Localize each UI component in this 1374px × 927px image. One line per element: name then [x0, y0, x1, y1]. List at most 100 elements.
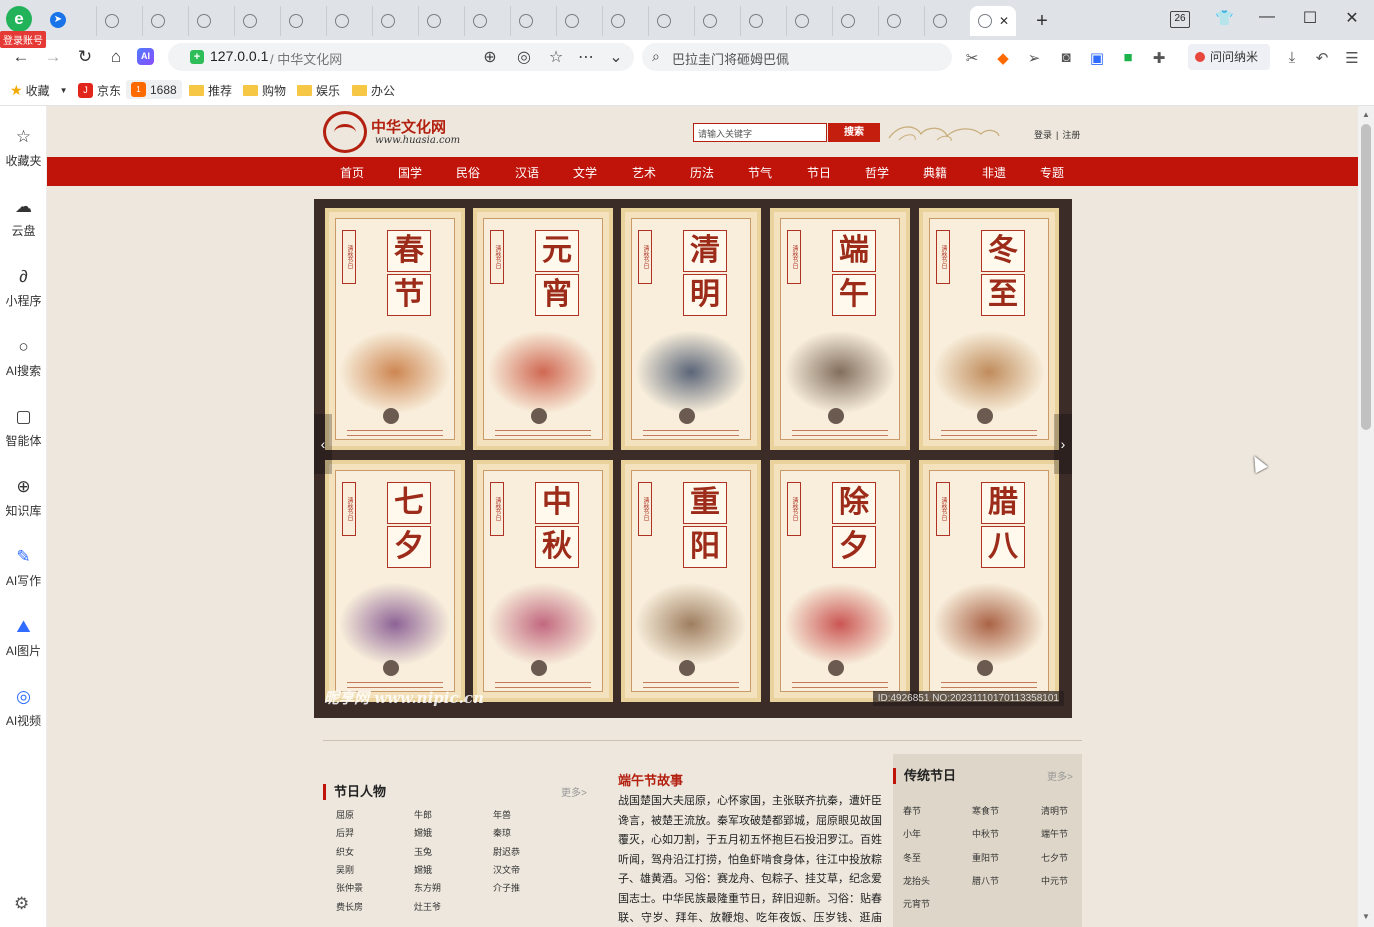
site-logo[interactable]: 中华文化网 www.huasia.com	[323, 111, 493, 153]
tab[interactable]	[602, 6, 648, 36]
festival-poster[interactable]: 清秋节日 元宵	[473, 208, 613, 450]
person-link[interactable]: 屈原	[336, 808, 354, 821]
person-link[interactable]: 年兽	[493, 808, 511, 821]
site-nav-item[interactable]: 哲学	[865, 164, 889, 181]
minimize-button[interactable]: —	[1257, 8, 1277, 26]
person-link[interactable]: 张仲景	[336, 881, 363, 894]
login-link[interactable]: 登录	[1034, 130, 1052, 140]
person-link[interactable]: 费长房	[336, 900, 363, 913]
tab[interactable]	[142, 6, 188, 36]
festival-link[interactable]: 春节	[903, 804, 921, 817]
person-link[interactable]: 后羿	[336, 826, 354, 839]
festival-link[interactable]: 中秋节	[972, 827, 999, 840]
sidebar-item-favorites[interactable]: ☆ 收藏夹	[0, 126, 47, 169]
camera-icon[interactable]: ◙	[1057, 49, 1075, 66]
reload-icon[interactable]: ↻	[74, 46, 96, 68]
game-icon[interactable]: ◆	[994, 49, 1012, 67]
site-nav-item[interactable]: 节气	[748, 164, 772, 181]
sidebar-item-cloud[interactable]: ☁ 云盘	[0, 196, 47, 239]
banner-next-icon[interactable]: ›	[1054, 414, 1072, 474]
secure-site-icon[interactable]: +	[190, 50, 204, 64]
site-nav-item[interactable]: 首页	[340, 164, 364, 181]
settings-gear-icon[interactable]: ⚙	[14, 894, 29, 914]
scroll-thumb[interactable]	[1361, 124, 1371, 430]
search-query[interactable]: 巴拉圭门将砸姆巴佩	[672, 49, 789, 68]
tab[interactable]	[326, 6, 372, 36]
site-search-input[interactable]: 请输入关键字	[693, 123, 827, 142]
person-link[interactable]: 织女	[336, 845, 354, 858]
sidebar-item-ai-search[interactable]: ○ AI搜索	[0, 336, 47, 379]
bookmark-favorites[interactable]: ★ 收藏 ▼	[10, 82, 68, 99]
bookmark-folder-recommend[interactable]: 推荐	[189, 82, 232, 99]
extensions-icon[interactable]: ✚	[1150, 49, 1168, 67]
person-link[interactable]: 东方朔	[414, 881, 441, 894]
tab[interactable]	[556, 6, 602, 36]
pinned-tab-icon[interactable]: ➤	[50, 12, 66, 28]
festival-poster[interactable]: 清秋节日 冬至	[919, 208, 1059, 450]
festival-poster[interactable]: 清秋节日 中秋	[473, 460, 613, 702]
site-nav-item[interactable]: 文学	[573, 164, 597, 181]
url-page-title[interactable]: / 中华文化网	[270, 49, 342, 68]
tab[interactable]	[234, 6, 280, 36]
ask-nami-button[interactable]: 问问纳米	[1188, 44, 1270, 70]
person-link[interactable]: 秦琼	[493, 826, 511, 839]
site-nav-item[interactable]: 民俗	[456, 164, 480, 181]
person-link[interactable]: 嫦娥	[414, 863, 432, 876]
festival-link[interactable]: 七夕节	[1041, 851, 1068, 864]
festival-link[interactable]: 龙抬头	[903, 874, 930, 887]
festival-link[interactable]: 冬至	[903, 851, 921, 864]
site-nav-item[interactable]: 历法	[690, 164, 714, 181]
tab[interactable]	[372, 6, 418, 36]
scroll-up-icon[interactable]: ▲	[1362, 110, 1370, 119]
festival-link[interactable]: 清明节	[1041, 804, 1068, 817]
scroll-down-icon[interactable]: ▼	[1362, 912, 1370, 921]
festival-link[interactable]: 端午节	[1041, 827, 1068, 840]
tab[interactable]	[510, 6, 556, 36]
bookmark-folder-shopping[interactable]: 购物	[243, 82, 286, 99]
tab[interactable]	[96, 6, 142, 36]
person-link[interactable]: 灶王爷	[414, 900, 441, 913]
close-tab-icon[interactable]: ✕	[999, 14, 1009, 28]
back-icon[interactable]: ←	[10, 46, 32, 68]
festival-poster[interactable]: 清秋节日 腊八	[919, 460, 1059, 702]
tab[interactable]	[188, 6, 234, 36]
bookmark-folder-entertainment[interactable]: 娱乐	[297, 82, 340, 99]
chevron-down-icon[interactable]: ⌄	[606, 47, 626, 67]
festival-poster[interactable]: 清秋节日 清明	[621, 208, 761, 450]
sidebar-item-agent[interactable]: ▢ 智能体	[0, 406, 47, 449]
festival-poster[interactable]: 清秋节日 端午	[770, 208, 910, 450]
people-more-link[interactable]: 更多>	[561, 784, 587, 799]
ai-assistant-icon[interactable]: AI	[137, 48, 154, 65]
sidebar-item-ai-video[interactable]: ◎ AI视频	[0, 686, 47, 729]
tab[interactable]	[648, 6, 694, 36]
browser-logo-icon[interactable]: e	[6, 6, 32, 32]
sidebar-item-knowledge[interactable]: ⊕ 知识库	[0, 476, 47, 519]
tab[interactable]	[464, 6, 510, 36]
more-options-icon[interactable]: ⋯	[576, 47, 596, 67]
scissors-icon[interactable]: ✂	[963, 49, 981, 67]
download-icon[interactable]: ⤓	[1283, 49, 1301, 66]
festival-link[interactable]: 重阳节	[972, 851, 999, 864]
undo-icon[interactable]: ↶	[1313, 49, 1331, 67]
tab[interactable]	[786, 6, 832, 36]
festival-link[interactable]: 中元节	[1041, 874, 1068, 887]
story-title[interactable]: 端午节故事	[618, 770, 683, 789]
sidebar-item-mini-program[interactable]: ∂ 小程序	[0, 266, 47, 309]
tab[interactable]	[924, 6, 970, 36]
menu-icon[interactable]: ☰	[1343, 49, 1361, 67]
skin-icon[interactable]: 👕	[1215, 9, 1234, 27]
sidebar-item-ai-image[interactable]: ⛰ AI图片	[0, 616, 47, 659]
site-nav-item[interactable]: 节日	[807, 164, 831, 181]
festival-poster[interactable]: 清秋节日 七夕	[325, 460, 465, 702]
site-nav-item[interactable]: 汉语	[515, 164, 539, 181]
festival-link[interactable]: 元宵节	[903, 897, 930, 910]
bookmark-folder-office[interactable]: 办公	[352, 82, 395, 99]
location-pin-icon[interactable]: ◎	[514, 47, 534, 67]
new-tab-button[interactable]: +	[1032, 10, 1052, 33]
festival-link[interactable]: 腊八节	[972, 874, 999, 887]
tab[interactable]	[832, 6, 878, 36]
person-link[interactable]: 牛郎	[414, 808, 432, 821]
site-search-button[interactable]: 搜索	[828, 123, 880, 142]
site-nav-item[interactable]: 国学	[398, 164, 422, 181]
tab-active[interactable]: ✕	[970, 6, 1016, 36]
